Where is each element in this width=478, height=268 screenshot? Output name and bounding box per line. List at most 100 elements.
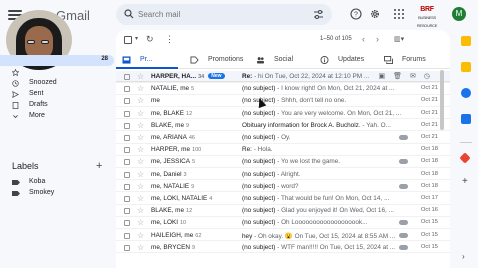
row-checkbox[interactable] <box>124 183 130 190</box>
refresh-icon[interactable]: ↻ <box>146 34 154 45</box>
email-preview: (no subject) - WTF man!!!!! On Tue, Oct … <box>242 244 420 251</box>
tab-social[interactable]: Social <box>250 52 314 69</box>
star-icon <box>12 69 19 76</box>
addon-icon[interactable] <box>459 152 471 164</box>
sidebar-item-more[interactable]: More <box>0 111 114 122</box>
email-sender: me, Daniel 3 <box>151 171 239 178</box>
mark-read-icon[interactable]: ✉ <box>410 73 424 80</box>
search-input[interactable] <box>138 7 298 22</box>
delete-icon[interactable]: 🗑 <box>393 73 410 80</box>
star-icon[interactable]: ☆ <box>137 231 144 240</box>
star-icon[interactable]: ☆ <box>137 218 144 227</box>
search-options-icon[interactable] <box>313 9 324 20</box>
split-view-icon[interactable]: ▥▾ <box>394 35 404 43</box>
select-all-checkbox[interactable] <box>124 36 132 44</box>
more-options-icon[interactable]: ⋮ <box>165 34 174 45</box>
settings-gear-icon[interactable] <box>369 8 381 20</box>
create-label-plus-icon[interactable]: + <box>96 160 102 172</box>
tab-forums[interactable]: Forums <box>378 52 442 69</box>
row-checkbox[interactable] <box>124 171 130 178</box>
search-icon[interactable] <box>124 9 134 19</box>
email-row[interactable]: ☆ me, JESSICA 5 (no subject) - Yo we lost t… <box>116 156 450 169</box>
contacts-icon[interactable] <box>461 114 471 124</box>
star-icon[interactable]: ☆ <box>137 170 144 179</box>
brand-badge[interactable]: BRFBUSINESS RESOURCE FORUM <box>416 6 438 36</box>
tab-primary[interactable]: Pr... <box>116 52 178 69</box>
email-row[interactable]: ☆ me, ARIANA 46 (no subject) - Oy. Oct 21 <box>116 132 450 144</box>
attachment-chip-icon[interactable] <box>399 232 408 238</box>
sidebar-item-inbox[interactable]: 28 <box>0 55 114 66</box>
sidebar-item-sent[interactable]: Sent <box>0 89 114 100</box>
search-bar[interactable] <box>116 4 332 25</box>
apps-grid-icon[interactable] <box>393 8 405 20</box>
email-row[interactable]: ☆ me, Daniel 3 (no subject) - Alright. Oct 1… <box>116 169 450 181</box>
row-checkbox[interactable] <box>124 147 130 154</box>
sidebar-item-snoozed[interactable]: Snoozed <box>0 78 114 89</box>
hide-panel-chevron-icon[interactable]: › <box>462 252 465 261</box>
star-icon[interactable]: ☆ <box>137 206 144 215</box>
get-addons-plus-icon[interactable]: + <box>462 176 468 187</box>
email-date: Oct 18 <box>420 158 438 165</box>
star-icon[interactable]: ☆ <box>137 121 144 130</box>
star-icon[interactable]: ☆ <box>137 182 144 191</box>
row-checkbox[interactable] <box>124 135 130 141</box>
email-row[interactable]: ☆ me, LOKI, NATALIE 4 (no subject) - That w… <box>116 193 450 205</box>
tasks-icon[interactable] <box>461 88 471 98</box>
email-row[interactable]: ☆ me, LOKI 10 (no subject) - Oh Loooooooooo… <box>116 217 450 230</box>
row-checkbox[interactable] <box>124 110 130 117</box>
select-menu-caret-icon[interactable]: ▾ <box>135 35 138 42</box>
email-subject: Obituary information for Brock A. Buchol… <box>242 121 361 129</box>
email-sender: HARPER, me 100 <box>151 146 239 153</box>
sidebar-item-starred[interactable] <box>0 67 114 78</box>
star-icon[interactable]: ☆ <box>137 194 144 203</box>
row-checkbox[interactable] <box>124 86 130 93</box>
row-checkbox[interactable] <box>124 122 130 129</box>
email-row[interactable]: ☆ BLAKE, me 9 Obituary information for Broc… <box>116 120 450 132</box>
chevron-down-icon <box>13 115 18 119</box>
star-icon[interactable]: ☆ <box>137 157 144 166</box>
row-checkbox[interactable] <box>124 220 130 227</box>
attachment-chip-icon[interactable] <box>399 135 408 140</box>
row-checkbox[interactable] <box>124 208 130 215</box>
star-icon[interactable]: ☆ <box>137 109 144 118</box>
email-snippet: - I know right! On Mon, Oct 21, 2024 at … <box>275 85 395 93</box>
attachment-chip-icon[interactable] <box>399 183 408 189</box>
row-checkbox[interactable] <box>124 196 130 202</box>
star-icon[interactable]: ☆ <box>137 72 144 81</box>
thread-count: 34 <box>198 74 205 80</box>
help-icon[interactable]: ? <box>350 8 362 20</box>
star-icon[interactable]: ☆ <box>137 84 144 93</box>
email-row[interactable]: ☆ me, BLAKE 12 (no subject) - You are very … <box>116 108 450 120</box>
row-checkbox[interactable] <box>124 98 130 105</box>
email-row[interactable]: ☆ me (no subject) - Shhh, don't tell no on… <box>116 95 450 108</box>
attachment-chip-icon[interactable] <box>399 159 408 165</box>
star-icon[interactable]: ☆ <box>137 133 144 142</box>
tab-updates[interactable]: Updates <box>314 52 378 69</box>
scrollbar[interactable] <box>440 70 444 130</box>
snooze-icon[interactable]: ◷ <box>424 73 438 80</box>
row-checkbox[interactable] <box>124 244 130 251</box>
calendar-icon[interactable] <box>461 36 471 46</box>
star-icon[interactable]: ☆ <box>137 96 144 105</box>
row-checkbox[interactable] <box>124 74 130 80</box>
attachment-chip-icon[interactable] <box>399 244 408 250</box>
star-icon[interactable]: ☆ <box>137 243 144 252</box>
email-row[interactable]: ☆ me, BRYCEN 9 (no subject) - WTF man!!!!! … <box>116 242 450 254</box>
email-row[interactable]: ☆ me, NATALIE 9 (no subject) - word? Oct 18 <box>116 181 450 193</box>
star-icon[interactable]: ☆ <box>137 145 144 154</box>
account-avatar[interactable]: M <box>452 7 466 21</box>
keep-icon[interactable] <box>461 62 471 72</box>
row-checkbox[interactable] <box>124 232 130 239</box>
archive-icon[interactable]: ▣ <box>379 73 394 80</box>
attachment-chip-icon[interactable] <box>399 220 408 226</box>
email-row[interactable]: ☆ HAILEIGH, me 62 hey - Oh okay. 😮 On Tue, … <box>116 230 450 242</box>
email-row[interactable]: ☆ NATALIE, me 5 (no subject) - I know right… <box>116 83 450 95</box>
sidebar-item-drafts[interactable]: Drafts <box>0 100 114 111</box>
newer-page-icon[interactable]: ‹ <box>362 34 365 44</box>
email-row[interactable]: ☆ HARPER, HA... 34 New Re: - hi On Tue, Oct … <box>116 71 450 83</box>
email-row[interactable]: ☆ HARPER, me 100 Re: - Hola. Oct 18 <box>116 144 450 156</box>
tab-promotions[interactable]: Promotions <box>184 52 248 69</box>
row-checkbox[interactable] <box>124 159 130 166</box>
email-row[interactable]: ☆ BLAKE, me 12 (no subject) - Glad you enjo… <box>116 205 450 217</box>
older-page-icon[interactable]: › <box>376 34 379 44</box>
